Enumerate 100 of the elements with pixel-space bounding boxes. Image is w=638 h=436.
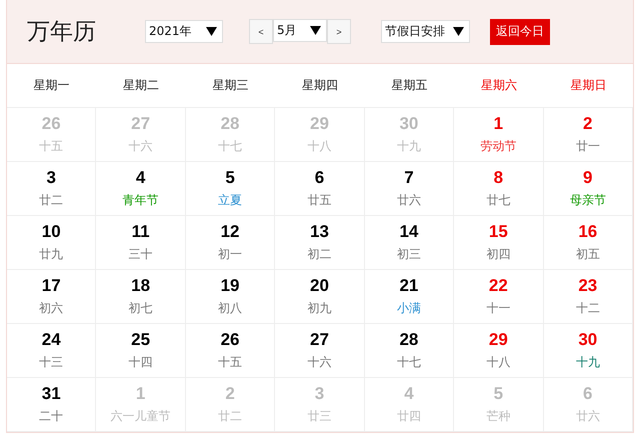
day-cell[interactable]: 11 三十 (96, 216, 186, 270)
day-number: 23 (578, 276, 598, 296)
day-cell[interactable]: 7 廿六 (364, 162, 454, 216)
lunar-date: 十四 (128, 354, 153, 371)
day-cell[interactable]: 16 初五 (544, 216, 633, 270)
day-number: 7 (404, 168, 414, 188)
dropdown[interactable]: 节假日安排 (381, 20, 470, 43)
caret-icon (206, 27, 217, 36)
day-cell[interactable]: 23 十二 (544, 270, 633, 324)
dropdown[interactable]: 2021年 (145, 20, 223, 43)
day-cell[interactable]: 5 立夏 (186, 162, 276, 216)
weekday-header: 星期四 (275, 64, 365, 108)
weekday-header: 星期三 (186, 64, 276, 108)
lunar-date: 廿七 (486, 192, 510, 209)
day-number: 26 (42, 114, 61, 134)
day-cell[interactable]: 6 廿五 (275, 162, 365, 216)
day-number: 24 (42, 330, 61, 350)
day-cell[interactable]: 9 母亲节 (544, 162, 633, 216)
lunar-date: 三十 (128, 246, 153, 263)
day-number: 5 (225, 168, 235, 188)
lunar-date: 十五 (39, 138, 64, 155)
lunar-date: 劳动节 (480, 138, 516, 155)
day-cell[interactable]: 24 十三 (7, 324, 96, 378)
lunar-date: 初九 (307, 300, 332, 317)
day-cell[interactable]: 20 初九 (275, 270, 365, 324)
day-cell[interactable]: 8 廿七 (454, 162, 544, 216)
day-number: 2 (225, 384, 235, 404)
day-number: 8 (494, 168, 504, 188)
day-cell[interactable]: 31 二十 (7, 378, 96, 432)
day-number: 4 (136, 168, 146, 188)
lunar-date: 初六 (39, 300, 64, 317)
day-cell[interactable]: 13 初二 (275, 216, 365, 270)
day-number: 2 (583, 114, 593, 134)
lunar-date: 廿四 (396, 408, 421, 425)
lunar-date: 初五 (576, 246, 600, 263)
next-month-button[interactable]: > (327, 19, 351, 44)
day-cell[interactable]: 30 十九 (544, 324, 633, 378)
day-cell[interactable]: 12 初一 (186, 216, 276, 270)
app-title: 万年历 (27, 18, 97, 47)
lunar-date: 十九 (396, 138, 421, 155)
weekday-header: 星期二 (96, 64, 186, 108)
day-number: 15 (488, 222, 508, 242)
day-number: 11 (132, 222, 150, 242)
day-number: 9 (583, 168, 593, 188)
day-cell[interactable]: 28 十七 (364, 324, 454, 378)
lunar-date: 十五 (218, 354, 242, 371)
day-cell[interactable]: 10 廿九 (7, 216, 96, 270)
lunar-date: 廿九 (39, 246, 64, 263)
day-number: 22 (488, 276, 508, 296)
day-cell[interactable]: 18 初七 (96, 270, 186, 324)
day-number: 1 (494, 114, 504, 134)
day-cell[interactable]: 17 初六 (7, 270, 96, 324)
lunar-date: 十七 (396, 354, 421, 371)
day-number: 16 (578, 222, 598, 242)
day-cell[interactable]: 3 廿二 (7, 162, 96, 216)
lunar-date: 初二 (307, 246, 332, 263)
previous-month-button[interactable]: < (249, 19, 273, 44)
weekday-header: 星期一 (7, 64, 96, 108)
day-number: 27 (310, 330, 329, 350)
lunar-date: 廿六 (576, 408, 600, 425)
lunar-date: 芒种 (486, 408, 510, 425)
lunar-date: 初一 (218, 246, 242, 263)
lunar-date: 六一儿童节 (110, 408, 171, 425)
day-number: 3 (314, 384, 324, 404)
day-number: 20 (310, 276, 329, 296)
today-button[interactable]: 返回今日 (490, 18, 550, 44)
day-number: 21 (399, 276, 418, 296)
lunar-date: 初七 (128, 300, 153, 317)
weekday-header: 星期六 (454, 64, 544, 108)
lunar-date: 初八 (218, 300, 242, 317)
day-number: 3 (46, 168, 56, 188)
day-cell[interactable]: 15 初四 (454, 216, 544, 270)
lunar-date: 十八 (307, 138, 332, 155)
lunar-date: 廿三 (307, 408, 332, 425)
dropdown-value: 2021年 (149, 23, 192, 40)
day-cell[interactable]: 4 青年节 (96, 162, 186, 216)
dropdown[interactable]: 5月 (273, 19, 327, 42)
day-number: 28 (399, 330, 418, 350)
day-cell[interactable]: 25 十四 (96, 324, 186, 378)
day-cell[interactable]: 2 廿一 (544, 108, 633, 162)
weekday-header: 星期五 (364, 64, 454, 108)
day-number: 17 (42, 276, 61, 296)
lunar-date: 十九 (576, 354, 600, 371)
lunar-date: 十八 (486, 354, 510, 371)
lunar-date: 立夏 (218, 192, 242, 209)
lunar-date: 廿五 (307, 192, 332, 209)
day-cell[interactable]: 29 十八 (454, 324, 544, 378)
day-cell[interactable]: 19 初八 (186, 270, 276, 324)
day-cell[interactable]: 26 十五 (186, 324, 276, 378)
caret-icon (310, 26, 321, 35)
day-cell[interactable]: 22 十一 (454, 270, 544, 324)
lunar-date: 母亲节 (570, 192, 606, 209)
day-cell[interactable]: 14 初三 (364, 216, 454, 270)
day-number: 6 (314, 168, 324, 188)
dropdown-value: 5月 (277, 22, 297, 39)
lunar-date: 廿六 (396, 192, 421, 209)
day-number: 28 (220, 114, 240, 134)
day-cell[interactable]: 1 劳动节 (454, 108, 544, 162)
day-cell[interactable]: 21 小满 (364, 270, 454, 324)
day-cell[interactable]: 27 十六 (275, 324, 365, 378)
